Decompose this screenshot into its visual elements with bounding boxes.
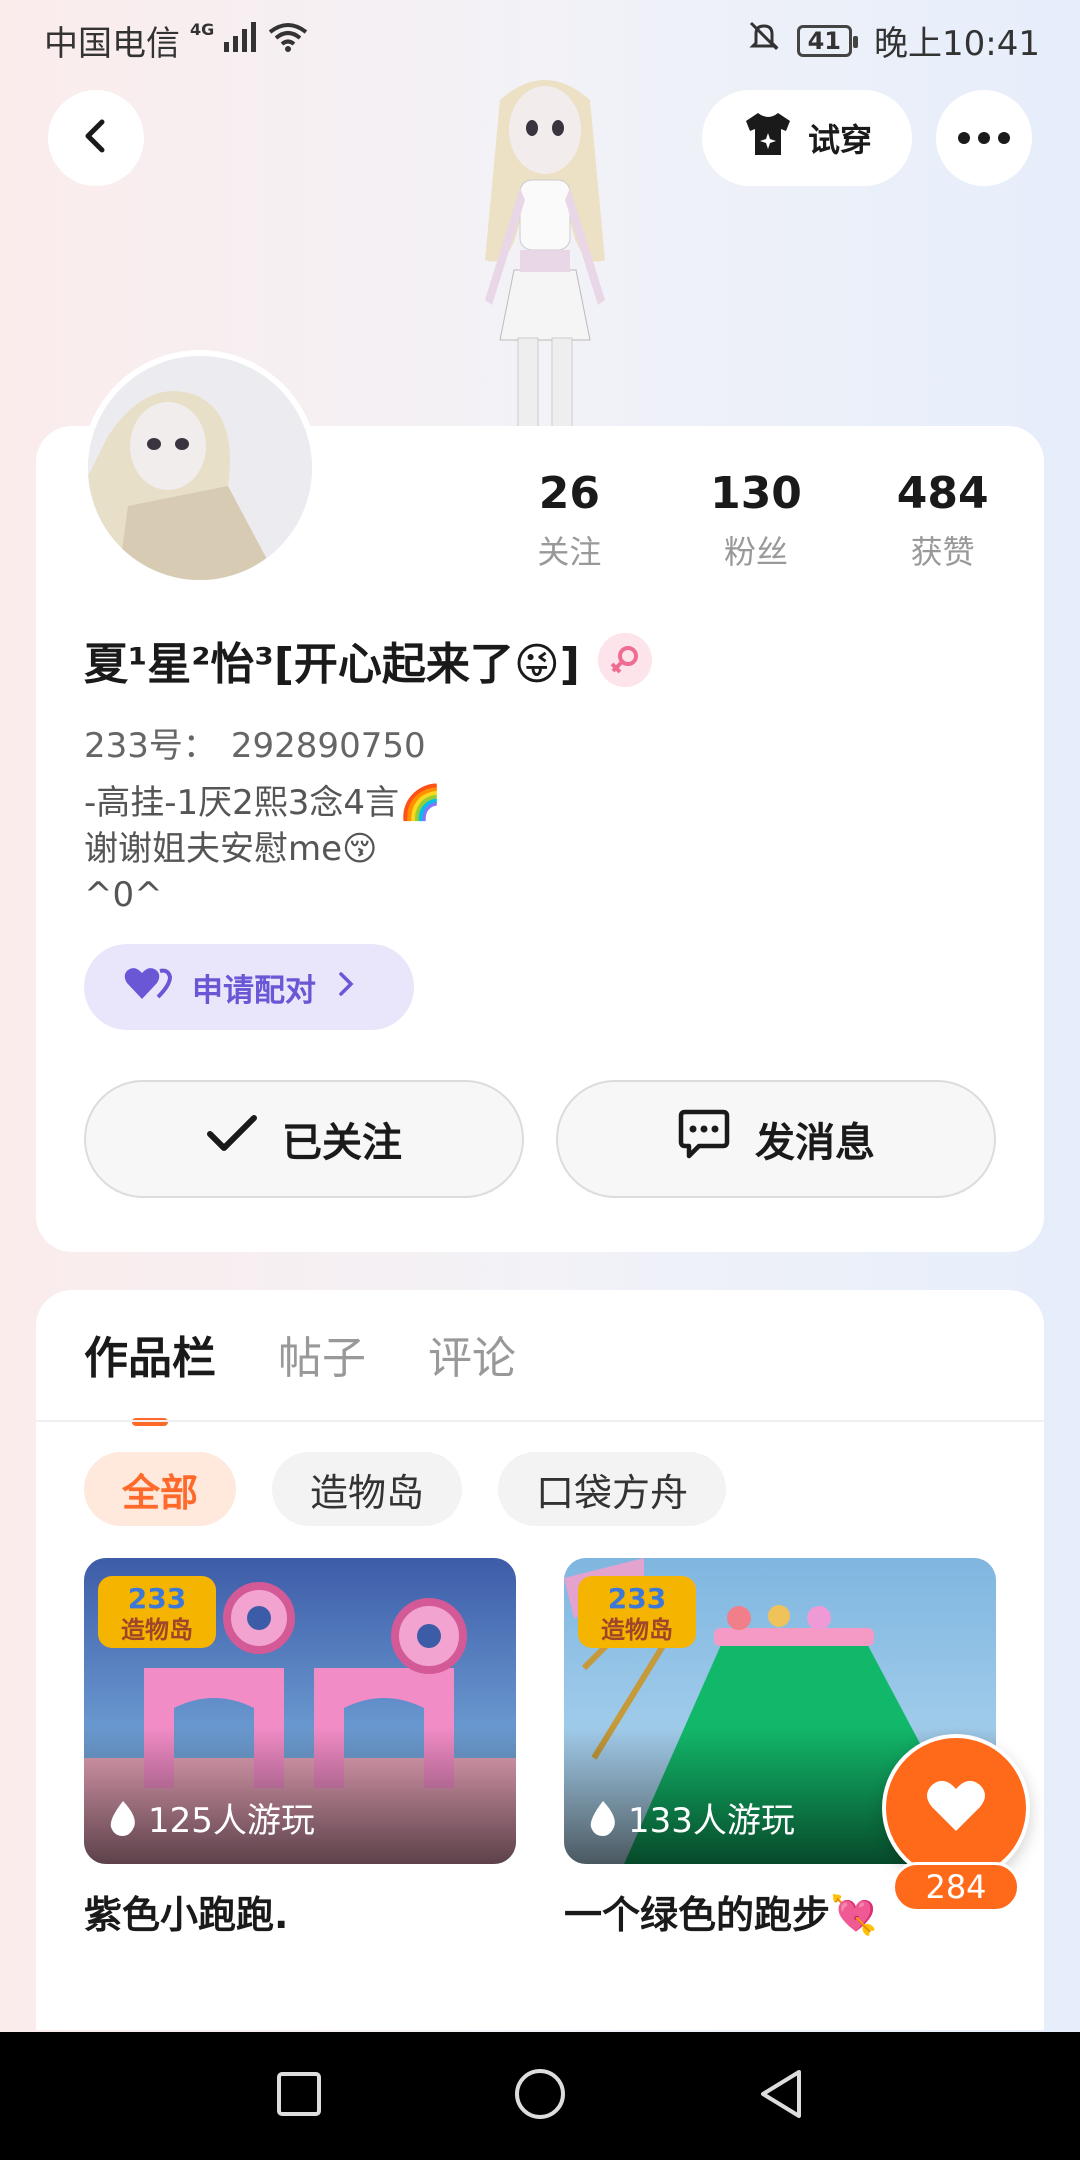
battery-icon: 41 xyxy=(796,24,859,57)
mute-bell-icon xyxy=(747,19,781,62)
svg-text:造物岛: 造物岛 xyxy=(601,1616,673,1644)
bio: -高挂-1厌2熙3念4言🌈 谢谢姐夫安慰me😚 ^0^ xyxy=(84,780,441,918)
chat-bubble-icon xyxy=(677,1108,731,1170)
filter-pocket-ark[interactable]: 口袋方舟 xyxy=(498,1452,727,1526)
svg-text:造物岛: 造物岛 xyxy=(121,1616,193,1644)
send-message-button[interactable]: 发消息 xyxy=(556,1080,996,1198)
chevron-left-icon xyxy=(76,116,116,160)
work-card[interactable]: 233 造物岛 125人游玩 紫色小跑跑. xyxy=(84,1558,516,1939)
stat-label: 获赞 xyxy=(910,532,975,571)
tabs-divider xyxy=(36,1420,1044,1422)
like-count: 284 xyxy=(892,1862,1020,1912)
home-icon[interactable] xyxy=(513,2067,567,2125)
heart-icon xyxy=(926,1779,986,1837)
stat-following[interactable]: 26 关注 xyxy=(476,468,663,573)
profile-stats: 26 关注 130 粉丝 484 获赞 xyxy=(476,468,1036,573)
try-on-label: 试穿 xyxy=(807,121,872,159)
flame-icon xyxy=(588,1799,618,1837)
works-card: 作品栏 帖子 评论 全部 造物岛 口袋方舟 233 造物岛 125人游玩 紫色小… xyxy=(36,1290,1044,2030)
stat-value: 484 xyxy=(896,468,989,519)
double-heart-icon xyxy=(124,965,173,1009)
bio-line: -高挂-1厌2熙3念4言🌈 xyxy=(84,783,442,823)
play-count: 125人游玩 xyxy=(108,1793,315,1842)
filter-chips: 全部 造物岛 口袋方舟 xyxy=(84,1452,727,1526)
checkmark-icon xyxy=(206,1114,258,1164)
work-title: 紫色小跑跑. xyxy=(84,1893,289,1937)
user-id-value: 292890750 xyxy=(230,726,426,766)
status-left: 中国电信 4G xyxy=(44,16,308,65)
stat-followers[interactable]: 130 粉丝 xyxy=(663,468,850,573)
back-button[interactable] xyxy=(48,90,144,186)
svg-text:233: 233 xyxy=(128,1582,186,1615)
try-on-button[interactable]: 试穿 xyxy=(702,90,912,186)
stat-value: 26 xyxy=(538,468,600,519)
tab-works[interactable]: 作品栏 xyxy=(84,1322,216,1426)
content-tabs: 作品栏 帖子 评论 xyxy=(84,1322,516,1426)
tab-comments[interactable]: 评论 xyxy=(428,1322,516,1386)
recent-apps-icon[interactable] xyxy=(275,2070,323,2122)
female-icon xyxy=(597,633,652,687)
more-options-button[interactable] xyxy=(936,90,1032,186)
avatar[interactable] xyxy=(82,350,318,586)
clock: 晚上10:41 xyxy=(874,24,1040,64)
svg-text:233: 233 xyxy=(608,1582,666,1615)
username-row: 夏¹星²怡³[开心起来了😜] xyxy=(84,628,652,692)
filter-all[interactable]: 全部 xyxy=(84,1452,237,1526)
status-bar: 中国电信 4G 41 晚上10:41 xyxy=(0,0,1080,74)
request-pair-button[interactable]: 申请配对 xyxy=(84,944,414,1030)
user-id[interactable]: 233号： 292890750 xyxy=(84,718,426,767)
send-message-label: 发消息 xyxy=(755,1120,875,1166)
tshirt-icon xyxy=(742,111,794,165)
wifi-icon xyxy=(268,21,308,61)
character-figure[interactable] xyxy=(430,70,660,430)
more-dots-icon xyxy=(958,129,1010,148)
user-id-label: 233号： xyxy=(84,726,217,766)
filter-creation-island[interactable]: 造物岛 xyxy=(272,1452,463,1526)
status-right: 41 晚上10:41 xyxy=(747,16,1040,65)
network-type: 4G xyxy=(190,20,215,39)
request-pair-label: 申请配对 xyxy=(192,972,316,1009)
carrier-name: 中国电信 xyxy=(44,24,180,64)
navigation-bar xyxy=(0,2032,1080,2160)
back-triangle-icon[interactable] xyxy=(757,2068,805,2124)
following-label: 已关注 xyxy=(282,1120,402,1166)
work-thumbnail: 233 造物岛 125人游玩 xyxy=(84,1558,516,1864)
bio-line: 谢谢姐夫安慰me😚 xyxy=(84,829,378,869)
bio-line: ^0^ xyxy=(84,875,163,915)
stat-value: 130 xyxy=(710,468,802,519)
stat-likes[interactable]: 484 获赞 xyxy=(849,468,1036,573)
tab-posts[interactable]: 帖子 xyxy=(278,1322,366,1386)
signal-icon xyxy=(224,21,258,61)
play-count-text: 125人游玩 xyxy=(148,1801,315,1841)
following-button[interactable]: 已关注 xyxy=(84,1080,524,1198)
username: 夏¹星²怡³[开心起来了😜] xyxy=(84,639,580,690)
flame-icon xyxy=(108,1799,138,1837)
play-count: 133人游玩 xyxy=(588,1793,795,1842)
like-button[interactable] xyxy=(882,1734,1030,1882)
chevron-right-icon xyxy=(336,969,356,1005)
stat-label: 关注 xyxy=(537,532,602,571)
stat-label: 粉丝 xyxy=(724,532,789,571)
play-count-text: 133人游玩 xyxy=(628,1801,795,1841)
